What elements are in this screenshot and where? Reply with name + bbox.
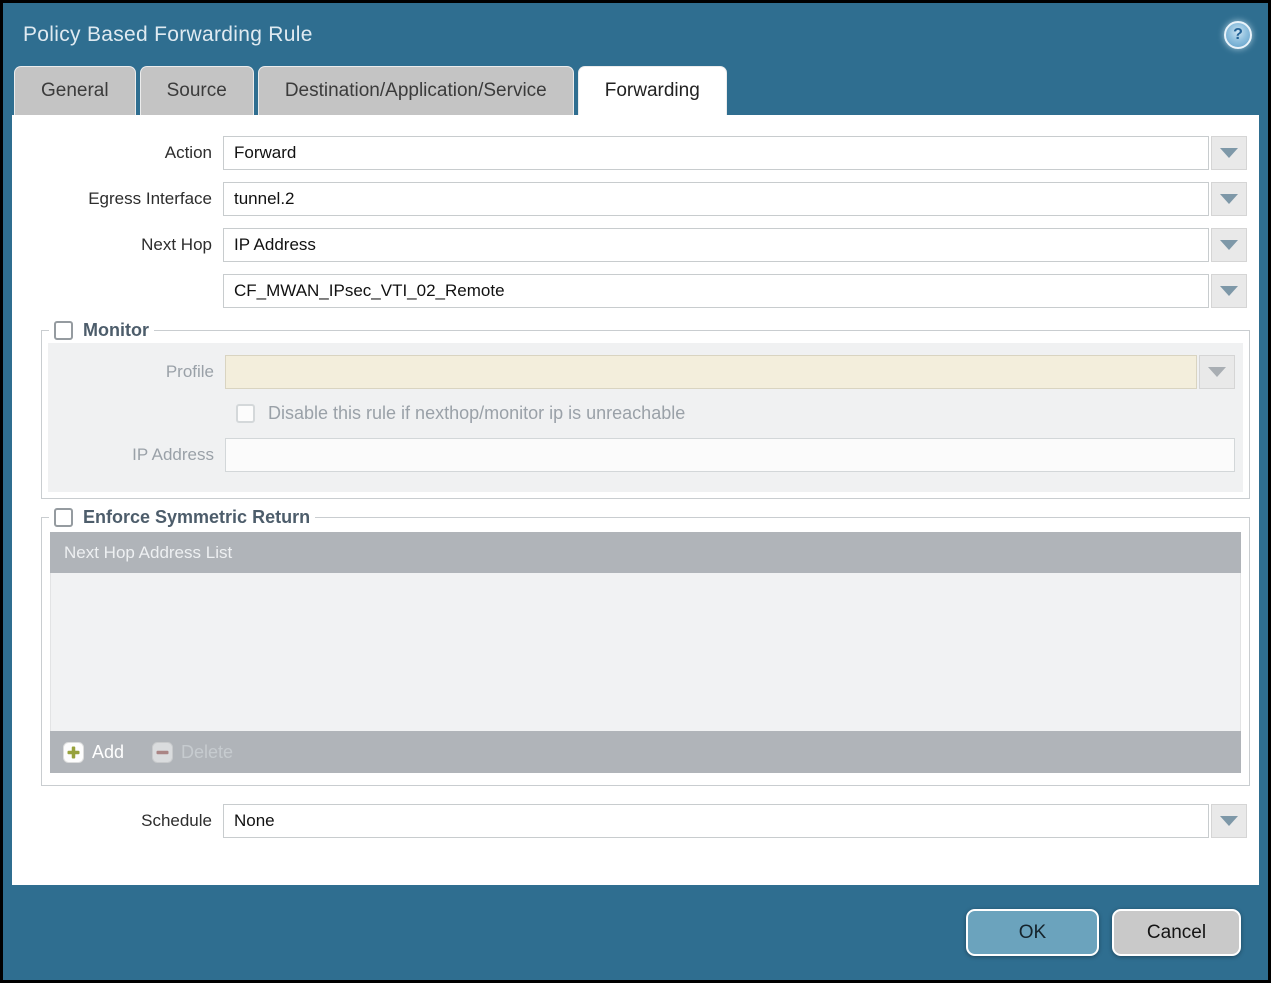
next-hop-address-row	[12, 274, 1247, 308]
schedule-dropdown-button[interactable]	[1211, 804, 1247, 838]
schedule-label: Schedule	[12, 811, 223, 831]
monitor-checkbox[interactable]	[54, 321, 73, 340]
profile-combobox	[225, 355, 1235, 389]
forwarding-tab-panel: Action Egress Interface Next Hop	[12, 115, 1259, 885]
help-icon-glyph: ?	[1233, 26, 1243, 44]
next-hop-address-list-body[interactable]	[50, 573, 1241, 731]
next-hop-address-list-toolbar: Add Delete	[50, 731, 1241, 773]
dialog-title: Policy Based Forwarding Rule	[23, 23, 313, 47]
cancel-button[interactable]: Cancel	[1112, 909, 1241, 956]
egress-interface-input[interactable]	[223, 182, 1209, 216]
egress-interface-label: Egress Interface	[12, 189, 223, 209]
monitor-ip-address-input	[225, 438, 1235, 472]
next-hop-address-input[interactable]	[223, 274, 1209, 308]
dialog-titlebar: Policy Based Forwarding Rule ?	[3, 3, 1268, 66]
ok-button[interactable]: OK	[966, 909, 1099, 956]
policy-based-forwarding-rule-dialog: Policy Based Forwarding Rule ? General S…	[3, 3, 1268, 980]
profile-input	[225, 355, 1197, 389]
disable-rule-checkbox	[236, 404, 255, 423]
delete-button-label: Delete	[181, 742, 233, 763]
enforce-symmetric-return-legend: Enforce Symmetric Return	[49, 507, 315, 528]
action-dropdown-button[interactable]	[1211, 136, 1247, 170]
profile-row: Profile	[48, 355, 1235, 389]
next-hop-type-dropdown-button[interactable]	[1211, 228, 1247, 262]
tab-general[interactable]: General	[14, 66, 136, 115]
schedule-input[interactable]	[223, 804, 1209, 838]
enforce-symmetric-return-title: Enforce Symmetric Return	[83, 507, 310, 528]
monitor-ip-address-label: IP Address	[48, 445, 225, 465]
profile-label: Profile	[48, 362, 225, 382]
monitor-section: Monitor Profile Disable this rule if nex…	[41, 320, 1250, 499]
next-hop-type-input[interactable]	[223, 228, 1209, 262]
monitor-ip-address-wrap	[225, 438, 1235, 472]
add-button[interactable]: Add	[63, 742, 124, 763]
chevron-down-icon	[1220, 240, 1238, 250]
egress-interface-combobox	[223, 182, 1247, 216]
next-hop-address-combobox	[223, 274, 1247, 308]
dialog-footer: OK Cancel	[3, 885, 1268, 980]
plus-icon	[63, 742, 84, 763]
next-hop-address-list-header-label: Next Hop Address List	[64, 543, 232, 563]
chevron-down-icon	[1220, 816, 1238, 826]
schedule-combobox	[223, 804, 1247, 838]
profile-dropdown-button	[1199, 355, 1235, 389]
next-hop-row: Next Hop	[12, 228, 1247, 262]
tab-forwarding[interactable]: Forwarding	[578, 66, 727, 115]
tab-bar: General Source Destination/Application/S…	[3, 66, 1268, 115]
help-icon[interactable]: ?	[1224, 21, 1252, 49]
disable-rule-label: Disable this rule if nexthop/monitor ip …	[268, 403, 685, 424]
monitor-legend: Monitor	[49, 320, 154, 341]
chevron-down-icon	[1220, 194, 1238, 204]
add-button-label: Add	[92, 742, 124, 763]
action-label: Action	[12, 143, 223, 163]
minus-icon	[152, 742, 173, 763]
egress-interface-dropdown-button[interactable]	[1211, 182, 1247, 216]
next-hop-address-list-header: Next Hop Address List	[50, 532, 1241, 573]
action-combobox	[223, 136, 1247, 170]
schedule-row: Schedule	[12, 804, 1247, 838]
tab-source[interactable]: Source	[140, 66, 254, 115]
chevron-down-icon	[1220, 148, 1238, 158]
action-input[interactable]	[223, 136, 1209, 170]
next-hop-address-list-table: Next Hop Address List Add	[50, 532, 1241, 773]
chevron-down-icon	[1220, 286, 1238, 296]
enforce-symmetric-return-section: Enforce Symmetric Return Next Hop Addres…	[41, 507, 1250, 786]
monitor-title: Monitor	[83, 320, 149, 341]
tab-destination-application-service[interactable]: Destination/Application/Service	[258, 66, 574, 115]
monitor-body: Profile Disable this rule if nexthop/mon…	[48, 343, 1243, 492]
egress-interface-row: Egress Interface	[12, 182, 1247, 216]
action-row: Action	[12, 136, 1247, 170]
enforce-symmetric-return-checkbox[interactable]	[54, 508, 73, 527]
next-hop-type-combobox	[223, 228, 1247, 262]
next-hop-label: Next Hop	[12, 235, 223, 255]
chevron-down-icon	[1208, 367, 1226, 377]
next-hop-address-dropdown-button[interactable]	[1211, 274, 1247, 308]
delete-button: Delete	[152, 742, 233, 763]
monitor-ip-address-row: IP Address	[48, 438, 1235, 472]
disable-rule-row: Disable this rule if nexthop/monitor ip …	[236, 403, 1235, 424]
